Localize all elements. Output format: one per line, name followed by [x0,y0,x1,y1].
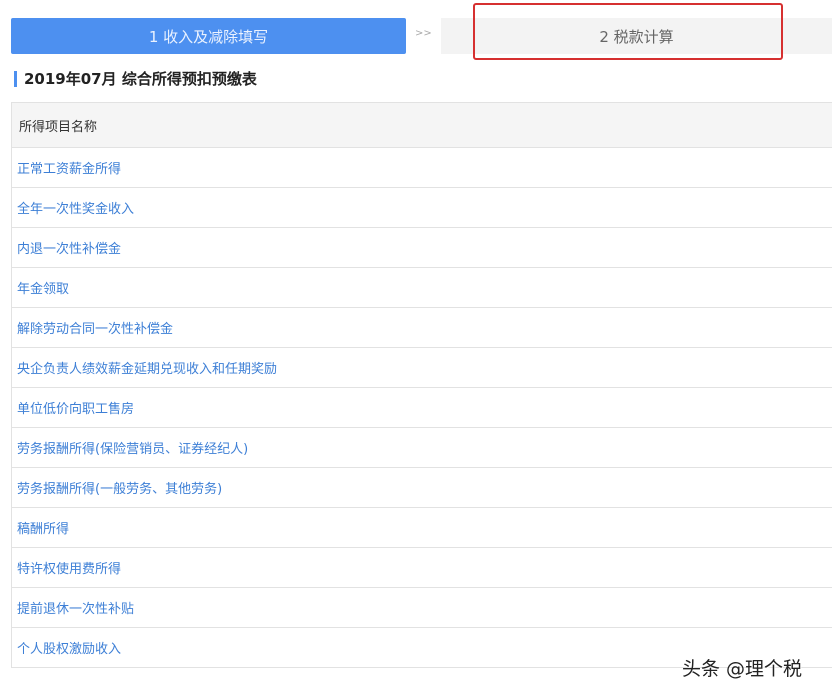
table-row[interactable]: 特许权使用费所得 [12,548,832,588]
title-text: 2019年07月 综合所得预扣预缴表 [24,68,257,89]
table-row[interactable]: 稿酬所得 [12,508,832,548]
income-table: 所得项目名称 正常工资薪金所得全年一次性奖金收入内退一次性补偿金年金领取解除劳动… [11,102,832,668]
table-row[interactable]: 正常工资薪金所得 [12,148,832,188]
table-row[interactable]: 解除劳动合同一次性补偿金 [12,308,832,348]
table-row[interactable]: 劳务报酬所得(保险营销员、证券经纪人) [12,428,832,468]
table-row[interactable]: 全年一次性奖金收入 [12,188,832,228]
table-row[interactable]: 单位低价向职工售房 [12,388,832,428]
watermark: 头条 @理个税 [682,654,802,681]
table-row[interactable]: 央企负责人绩效薪金延期兑现收入和任期奖励 [12,348,832,388]
table-row[interactable]: 年金领取 [12,268,832,308]
highlight-box [473,3,783,60]
table-header: 所得项目名称 [12,102,832,148]
table-row[interactable]: 提前退休一次性补贴 [12,588,832,628]
step-income-deduction[interactable]: 1 收入及减除填写 [11,18,406,54]
table-row[interactable]: 劳务报酬所得(一般劳务、其他劳务) [12,468,832,508]
page-title: 2019年07月 综合所得预扣预缴表 [14,68,257,89]
title-accent-bar [14,71,17,87]
step-separator: >> [415,28,432,39]
table-row[interactable]: 内退一次性补偿金 [12,228,832,268]
